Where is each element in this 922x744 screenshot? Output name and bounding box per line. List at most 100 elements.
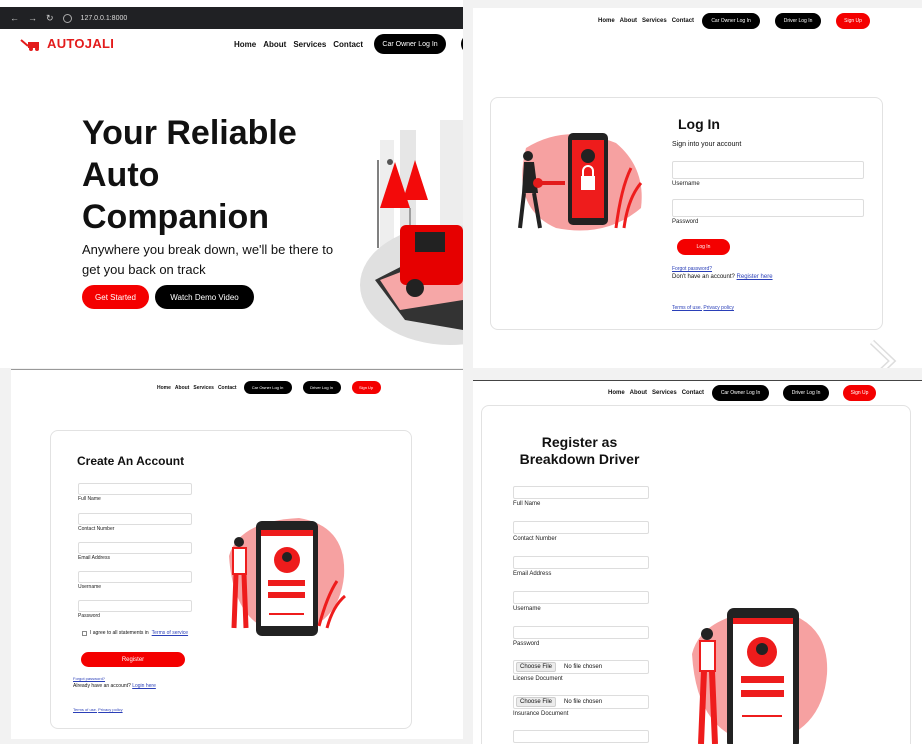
contact-number-label: Contact Number [78,526,115,532]
driver-login-button[interactable]: Driver Log In [775,13,822,29]
choose-file-button[interactable]: Choose File [516,662,557,672]
privacy-link[interactable]: Privacy policy [703,305,734,311]
password-label: Password [672,219,699,225]
nav-home[interactable]: Home [157,385,171,391]
sign-up-button[interactable]: Sign Up [843,385,877,401]
no-file-text: No file chosen [564,699,603,705]
back-icon[interactable]: ← [10,13,19,23]
contact-number-input[interactable] [78,513,192,525]
driver-nav: Home About Services Contact Car Owner Lo… [608,385,877,401]
nav-home[interactable]: Home [608,390,625,396]
hero-title: Your Reliable Auto Companion [82,114,297,236]
create-nav: Home About Services Contact Car Owner Lo… [157,381,381,394]
forgot-password-link[interactable]: Forgot password? [672,266,712,272]
site-info-icon[interactable] [62,13,72,23]
get-started-button[interactable]: Get Started [82,285,149,309]
reload-icon[interactable]: ↻ [46,13,54,24]
username-input[interactable] [513,591,649,604]
agree-text: I agree to all statements in [90,630,149,636]
forward-icon[interactable]: → [28,13,37,23]
username-label: Username [78,584,102,590]
nav-contact[interactable]: Contact [672,18,694,24]
email-input[interactable] [513,556,649,569]
username-input[interactable] [672,161,864,179]
terms-link[interactable]: Terms of use. [73,707,97,712]
register-illustration [229,518,346,636]
nav-home[interactable]: Home [234,40,256,49]
insurance-file-input[interactable]: Choose File No file chosen [513,695,649,709]
license-file-input[interactable]: Choose File No file chosen [513,660,649,674]
browser-bar: ← → ↻ 127.0.0.1:8000 [0,7,463,29]
email-input[interactable] [78,542,192,554]
nav-services[interactable]: Services [293,40,326,49]
no-file-text: No file chosen [564,664,603,670]
nav-contact[interactable]: Contact [682,390,704,396]
password-input[interactable] [672,199,864,217]
driver-register-card: Register as Breakdown Driver Full Name C… [481,405,911,744]
username-label: Username [513,606,541,612]
email-label: Email Address [78,555,110,561]
car-owner-login-button[interactable]: Car Owner Log In [243,381,292,394]
main-nav: Home About Services Contact Car Owner Lo… [234,34,463,54]
login-card: Log In Sign into your account Username P… [490,97,883,330]
nav-about[interactable]: About [630,390,647,396]
nav-about[interactable]: About [175,385,189,391]
password-input[interactable] [78,600,192,612]
nav-contact[interactable]: Contact [218,385,237,391]
brand-name: AUTOJALI [47,36,115,51]
forgot-password-link[interactable]: Forgot password? [73,676,105,681]
email-label: Email Address [513,571,552,577]
tow-truck-illustration [360,120,463,345]
full-name-label: Full Name [513,501,541,507]
register-line: Don't have an account? Register here [672,274,773,280]
car-owner-login-button[interactable]: Car Owner Log In [702,13,761,29]
agree-row: I agree to all statements in Terms of se… [82,630,188,636]
register-button[interactable]: Register [81,652,185,667]
full-name-label: Full Name [78,496,101,502]
full-name-input[interactable] [513,486,649,499]
username-input[interactable] [78,571,192,583]
have-account-text: Already have an account? [73,683,131,689]
url-text[interactable]: 127.0.0.1:8000 [81,15,128,22]
car-owner-login-button[interactable]: Car Owner Log In [374,34,447,54]
nav-about[interactable]: About [620,18,637,24]
contact-number-input[interactable] [513,521,649,534]
login-here-link[interactable]: Login here [132,683,156,689]
password-input[interactable] [513,626,649,639]
full-name-input[interactable] [78,483,192,495]
home-panel: ← → ↻ 127.0.0.1:8000 AUTOJALI Home About… [0,0,463,368]
create-account-card: Create An Account Full Name Contact Numb… [50,430,412,729]
sign-up-button[interactable]: Sign Up [836,13,871,29]
register-here-link[interactable]: Register here [737,274,773,280]
agree-checkbox[interactable] [82,630,87,636]
nav-about[interactable]: About [263,40,286,49]
terms-link[interactable]: Terms of use. [672,305,702,311]
terms-of-service-link[interactable]: Terms of service [152,630,188,636]
nav-services[interactable]: Services [193,385,214,391]
login-subtitle: Sign into your account [672,141,742,148]
driver-login-button-partial[interactable] [461,34,463,54]
logo[interactable]: AUTOJALI [20,36,114,51]
driver-illustration [692,608,828,744]
driver-login-button[interactable]: Driver Log In [783,385,830,401]
login-nav: Home About Services Contact Car Owner Lo… [598,13,871,29]
driver-login-button[interactable]: Driver Log In [302,381,341,394]
create-account-panel: Home About Services Contact Car Owner Lo… [11,369,463,739]
chevron-right-icon [869,339,897,368]
privacy-link[interactable]: Privacy policy [98,707,122,712]
nav-contact[interactable]: Contact [333,40,363,49]
login-line: Already have an account? Login here [73,683,156,689]
choose-file-button[interactable]: Choose File [516,697,557,707]
sign-up-button[interactable]: Sign Up [351,381,381,394]
nav-services[interactable]: Services [642,18,667,24]
login-button[interactable]: Log In [677,239,730,255]
extra-input[interactable] [513,730,649,743]
username-label: Username [672,181,700,187]
driver-register-title: Register as Breakdown Driver [519,434,640,467]
password-label: Password [78,613,100,619]
car-owner-login-button[interactable]: Car Owner Log In [712,385,770,401]
watch-demo-button[interactable]: Watch Demo Video [155,285,254,309]
nav-services[interactable]: Services [652,390,677,396]
nav-home[interactable]: Home [598,18,615,24]
license-label: License Document [513,676,563,682]
